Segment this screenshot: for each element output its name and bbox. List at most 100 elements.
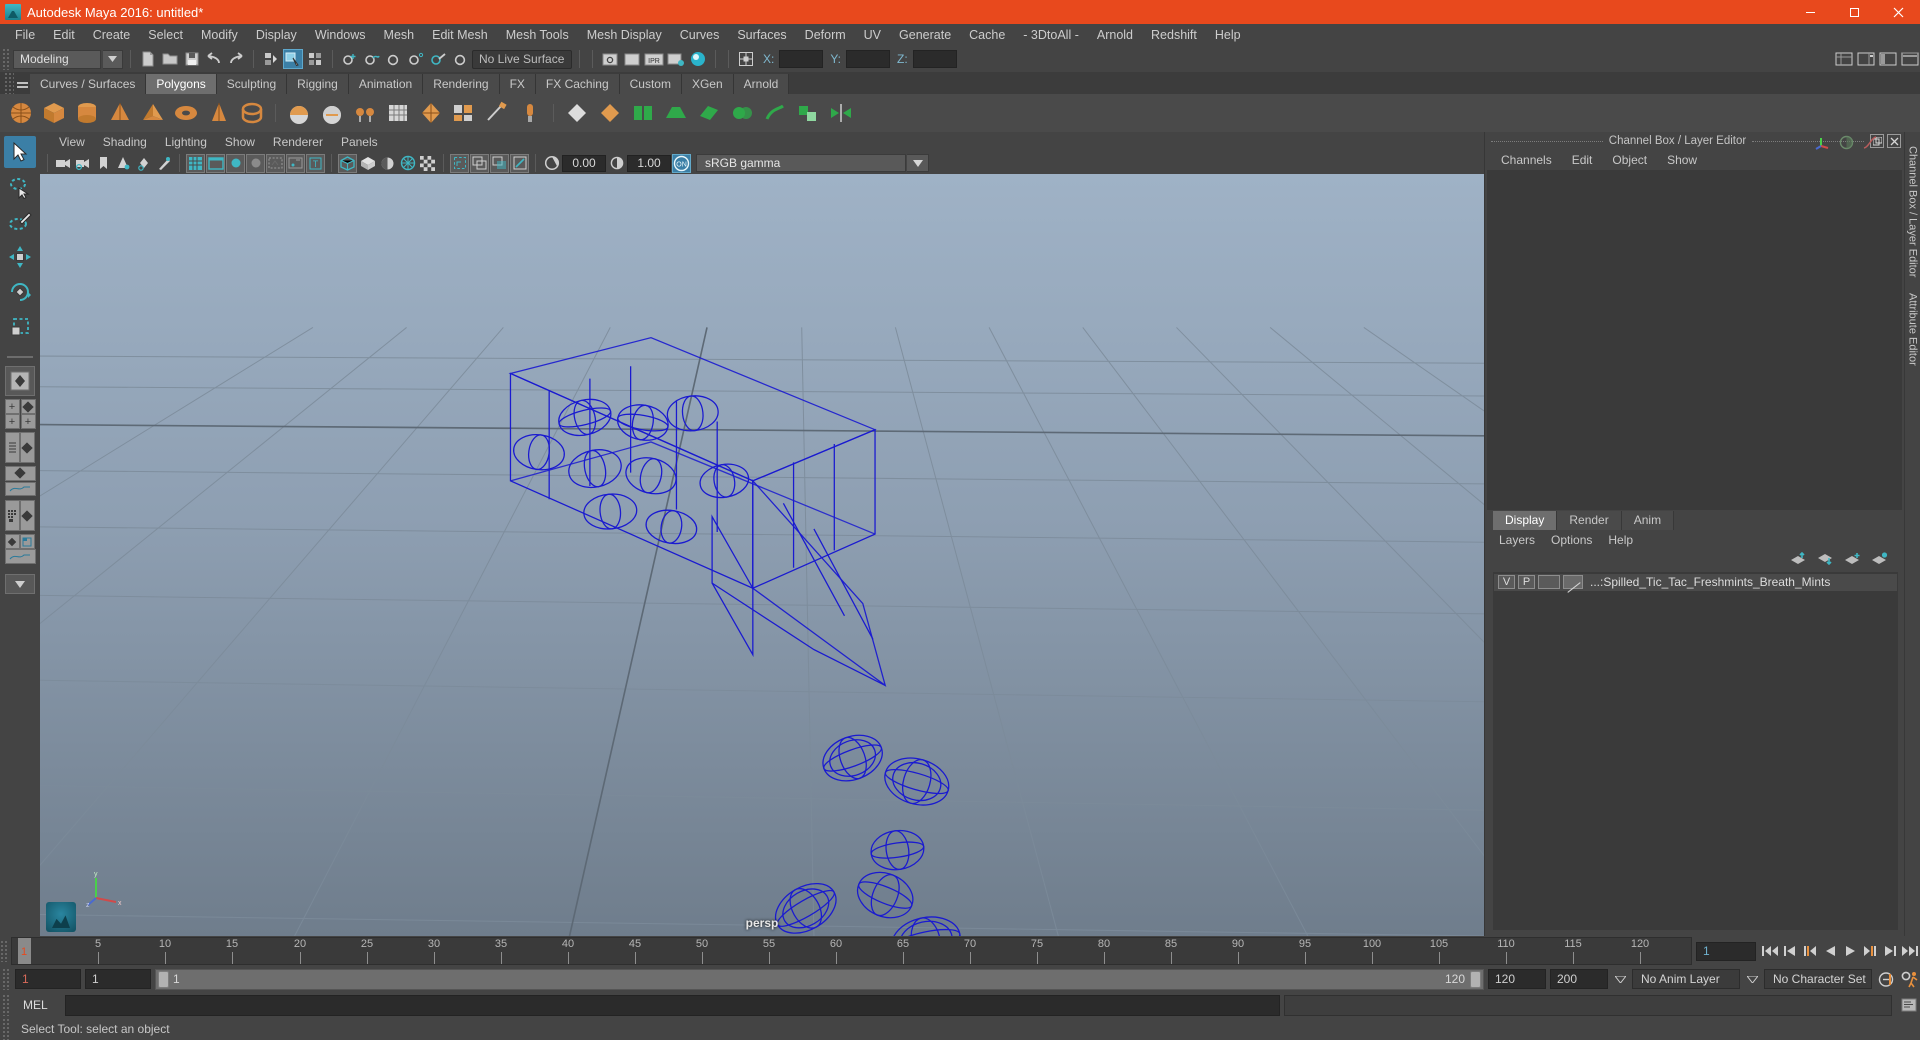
poly-cube-icon[interactable]	[39, 98, 69, 128]
gamma-icon[interactable]	[607, 154, 626, 173]
isolate-select-icon[interactable]	[450, 153, 469, 173]
lasso-select-tool[interactable]	[4, 171, 36, 203]
poly-disc-icon[interactable]	[416, 98, 446, 128]
xray-icon[interactable]	[470, 153, 489, 173]
gate-mask-icon[interactable]	[246, 153, 265, 173]
menu-mesh[interactable]: Mesh	[375, 24, 424, 46]
field-chart-icon[interactable]	[266, 153, 285, 173]
step-forward-key-icon[interactable]	[1860, 941, 1880, 961]
script-language-label[interactable]: MEL	[15, 998, 61, 1012]
mirror-icon[interactable]	[826, 98, 856, 128]
layout-graph-bottom[interactable]	[4, 481, 36, 496]
booleans-union-icon[interactable]	[793, 98, 823, 128]
render-view-icon[interactable]	[600, 49, 620, 69]
menu-redshift[interactable]: Redshift	[1142, 24, 1206, 46]
menu-surfaces[interactable]: Surfaces	[728, 24, 795, 46]
layout-persp-pane[interactable]	[19, 432, 35, 463]
channel-box-menu-show[interactable]: Show	[1659, 153, 1705, 167]
smooth-shade-icon[interactable]	[358, 154, 377, 173]
script-editor-icon[interactable]	[1898, 995, 1920, 1016]
snap-to-grid-icon[interactable]	[340, 49, 360, 69]
time-slider-grip[interactable]	[0, 940, 9, 962]
menu-edit-mesh[interactable]: Edit Mesh	[423, 24, 497, 46]
menu-3dtoall[interactable]: - 3DtoAll -	[1014, 24, 1088, 46]
camera-attributes-icon[interactable]	[74, 154, 93, 173]
ipr-render-icon[interactable]: IPR	[644, 49, 664, 69]
viewport-menu-panels[interactable]: Panels	[332, 135, 387, 149]
shelf-tab-polygons[interactable]: Polygons	[146, 74, 217, 94]
single-perspective-layout[interactable]	[5, 366, 35, 396]
go-to-start-icon[interactable]	[1760, 941, 1780, 961]
shelf-tab-rendering[interactable]: Rendering	[423, 74, 500, 94]
move-tool[interactable]	[4, 241, 36, 273]
status-line-grip[interactable]	[2, 48, 11, 70]
xray-active-components-icon[interactable]	[510, 153, 529, 173]
anim-layer-selector[interactable]: No Anim Layer	[1632, 969, 1740, 989]
menu-windows[interactable]: Windows	[306, 24, 375, 46]
shelf-tab-sculpting[interactable]: Sculpting	[216, 74, 288, 94]
viewport-menu-renderer[interactable]: Renderer	[264, 135, 332, 149]
range-slider-grip[interactable]	[2, 968, 11, 990]
show-tool-settings-icon[interactable]	[1878, 49, 1898, 69]
select-by-object-icon[interactable]	[283, 49, 303, 69]
coord-z-input[interactable]	[912, 50, 957, 68]
use-all-lights-icon[interactable]	[378, 154, 397, 173]
shelf-tab-custom[interactable]: Custom	[619, 74, 682, 94]
range-end-time-input[interactable]: 120	[1488, 969, 1546, 989]
time-slider[interactable]: 1 5 10 15 20 25 30 35 40 45 50 55 60 65 …	[11, 937, 1692, 965]
make-live-icon[interactable]	[450, 49, 470, 69]
persp-graph-layout[interactable]	[4, 466, 36, 497]
layer-menu-options[interactable]: Options	[1543, 533, 1600, 547]
outliner-persp-layout[interactable]	[4, 432, 36, 463]
menu-mesh-display[interactable]: Mesh Display	[578, 24, 671, 46]
step-forward-frame-icon[interactable]	[1880, 941, 1900, 961]
layout-persp-pane-2[interactable]	[19, 500, 35, 531]
chevron-down-icon[interactable]	[907, 154, 929, 172]
gamma-value[interactable]: 1.00	[627, 154, 671, 172]
chevron-down-icon[interactable]	[103, 49, 123, 69]
step-back-key-icon[interactable]	[1800, 941, 1820, 961]
hypershade-persp-layout[interactable]	[4, 500, 36, 531]
new-layer-icon[interactable]	[1844, 552, 1861, 568]
animation-start-time-input[interactable]: 1	[15, 969, 81, 989]
vtab-attribute-editor[interactable]: Attribute Editor	[1907, 285, 1919, 374]
chevron-down-icon[interactable]	[1744, 969, 1760, 989]
range-slider-bar[interactable]: 1 120	[155, 968, 1484, 990]
resolution-gate-icon[interactable]	[226, 153, 245, 173]
layer-visibility-toggle[interactable]: V	[1498, 575, 1515, 589]
select-by-hierarchy-icon[interactable]	[261, 49, 281, 69]
auto-keyframe-icon[interactable]	[1876, 969, 1896, 989]
shelf-tab-arnold[interactable]: Arnold	[733, 74, 790, 94]
multi-cut-icon[interactable]	[595, 98, 625, 128]
hypershade-icon[interactable]	[688, 49, 708, 69]
menu-cache[interactable]: Cache	[960, 24, 1014, 46]
axis-gizmo-icon[interactable]	[1815, 134, 1831, 153]
poly-pyramid-icon[interactable]	[138, 98, 168, 128]
select-tool[interactable]	[4, 136, 36, 168]
animation-preferences-icon[interactable]	[1900, 969, 1920, 989]
menu-modify[interactable]: Modify	[192, 24, 247, 46]
select-camera-icon[interactable]	[54, 154, 73, 173]
command-input[interactable]	[65, 994, 1280, 1016]
layer-playback-toggle[interactable]: P	[1518, 575, 1535, 589]
poly-gear-icon[interactable]	[482, 98, 512, 128]
separate-icon[interactable]	[760, 98, 790, 128]
animation-end-time-input[interactable]: 200	[1550, 969, 1608, 989]
quad-draw-icon[interactable]	[562, 98, 592, 128]
safe-title-icon[interactable]: T	[306, 153, 325, 173]
coord-y-input[interactable]	[846, 50, 891, 68]
menu-select[interactable]: Select	[139, 24, 192, 46]
layer-name[interactable]: ...:Spilled_Tic_Tac_Freshmints_Breath_Mi…	[1590, 575, 1830, 589]
play-forwards-icon[interactable]	[1840, 941, 1860, 961]
poly-torus-icon[interactable]	[171, 98, 201, 128]
range-end-handle[interactable]	[1470, 970, 1481, 988]
redo-icon[interactable]	[226, 49, 246, 69]
undo-icon[interactable]	[204, 49, 224, 69]
shadows-icon[interactable]	[398, 154, 417, 173]
shelf-tab-curves-surfaces[interactable]: Curves / Surfaces	[30, 74, 147, 94]
layer-tab-display[interactable]: Display	[1493, 510, 1558, 530]
snap-to-point-icon[interactable]	[384, 49, 404, 69]
poly-helix-icon[interactable]	[284, 98, 314, 128]
show-outliner-icon[interactable]	[1900, 49, 1920, 69]
safe-action-icon[interactable]	[286, 153, 305, 173]
